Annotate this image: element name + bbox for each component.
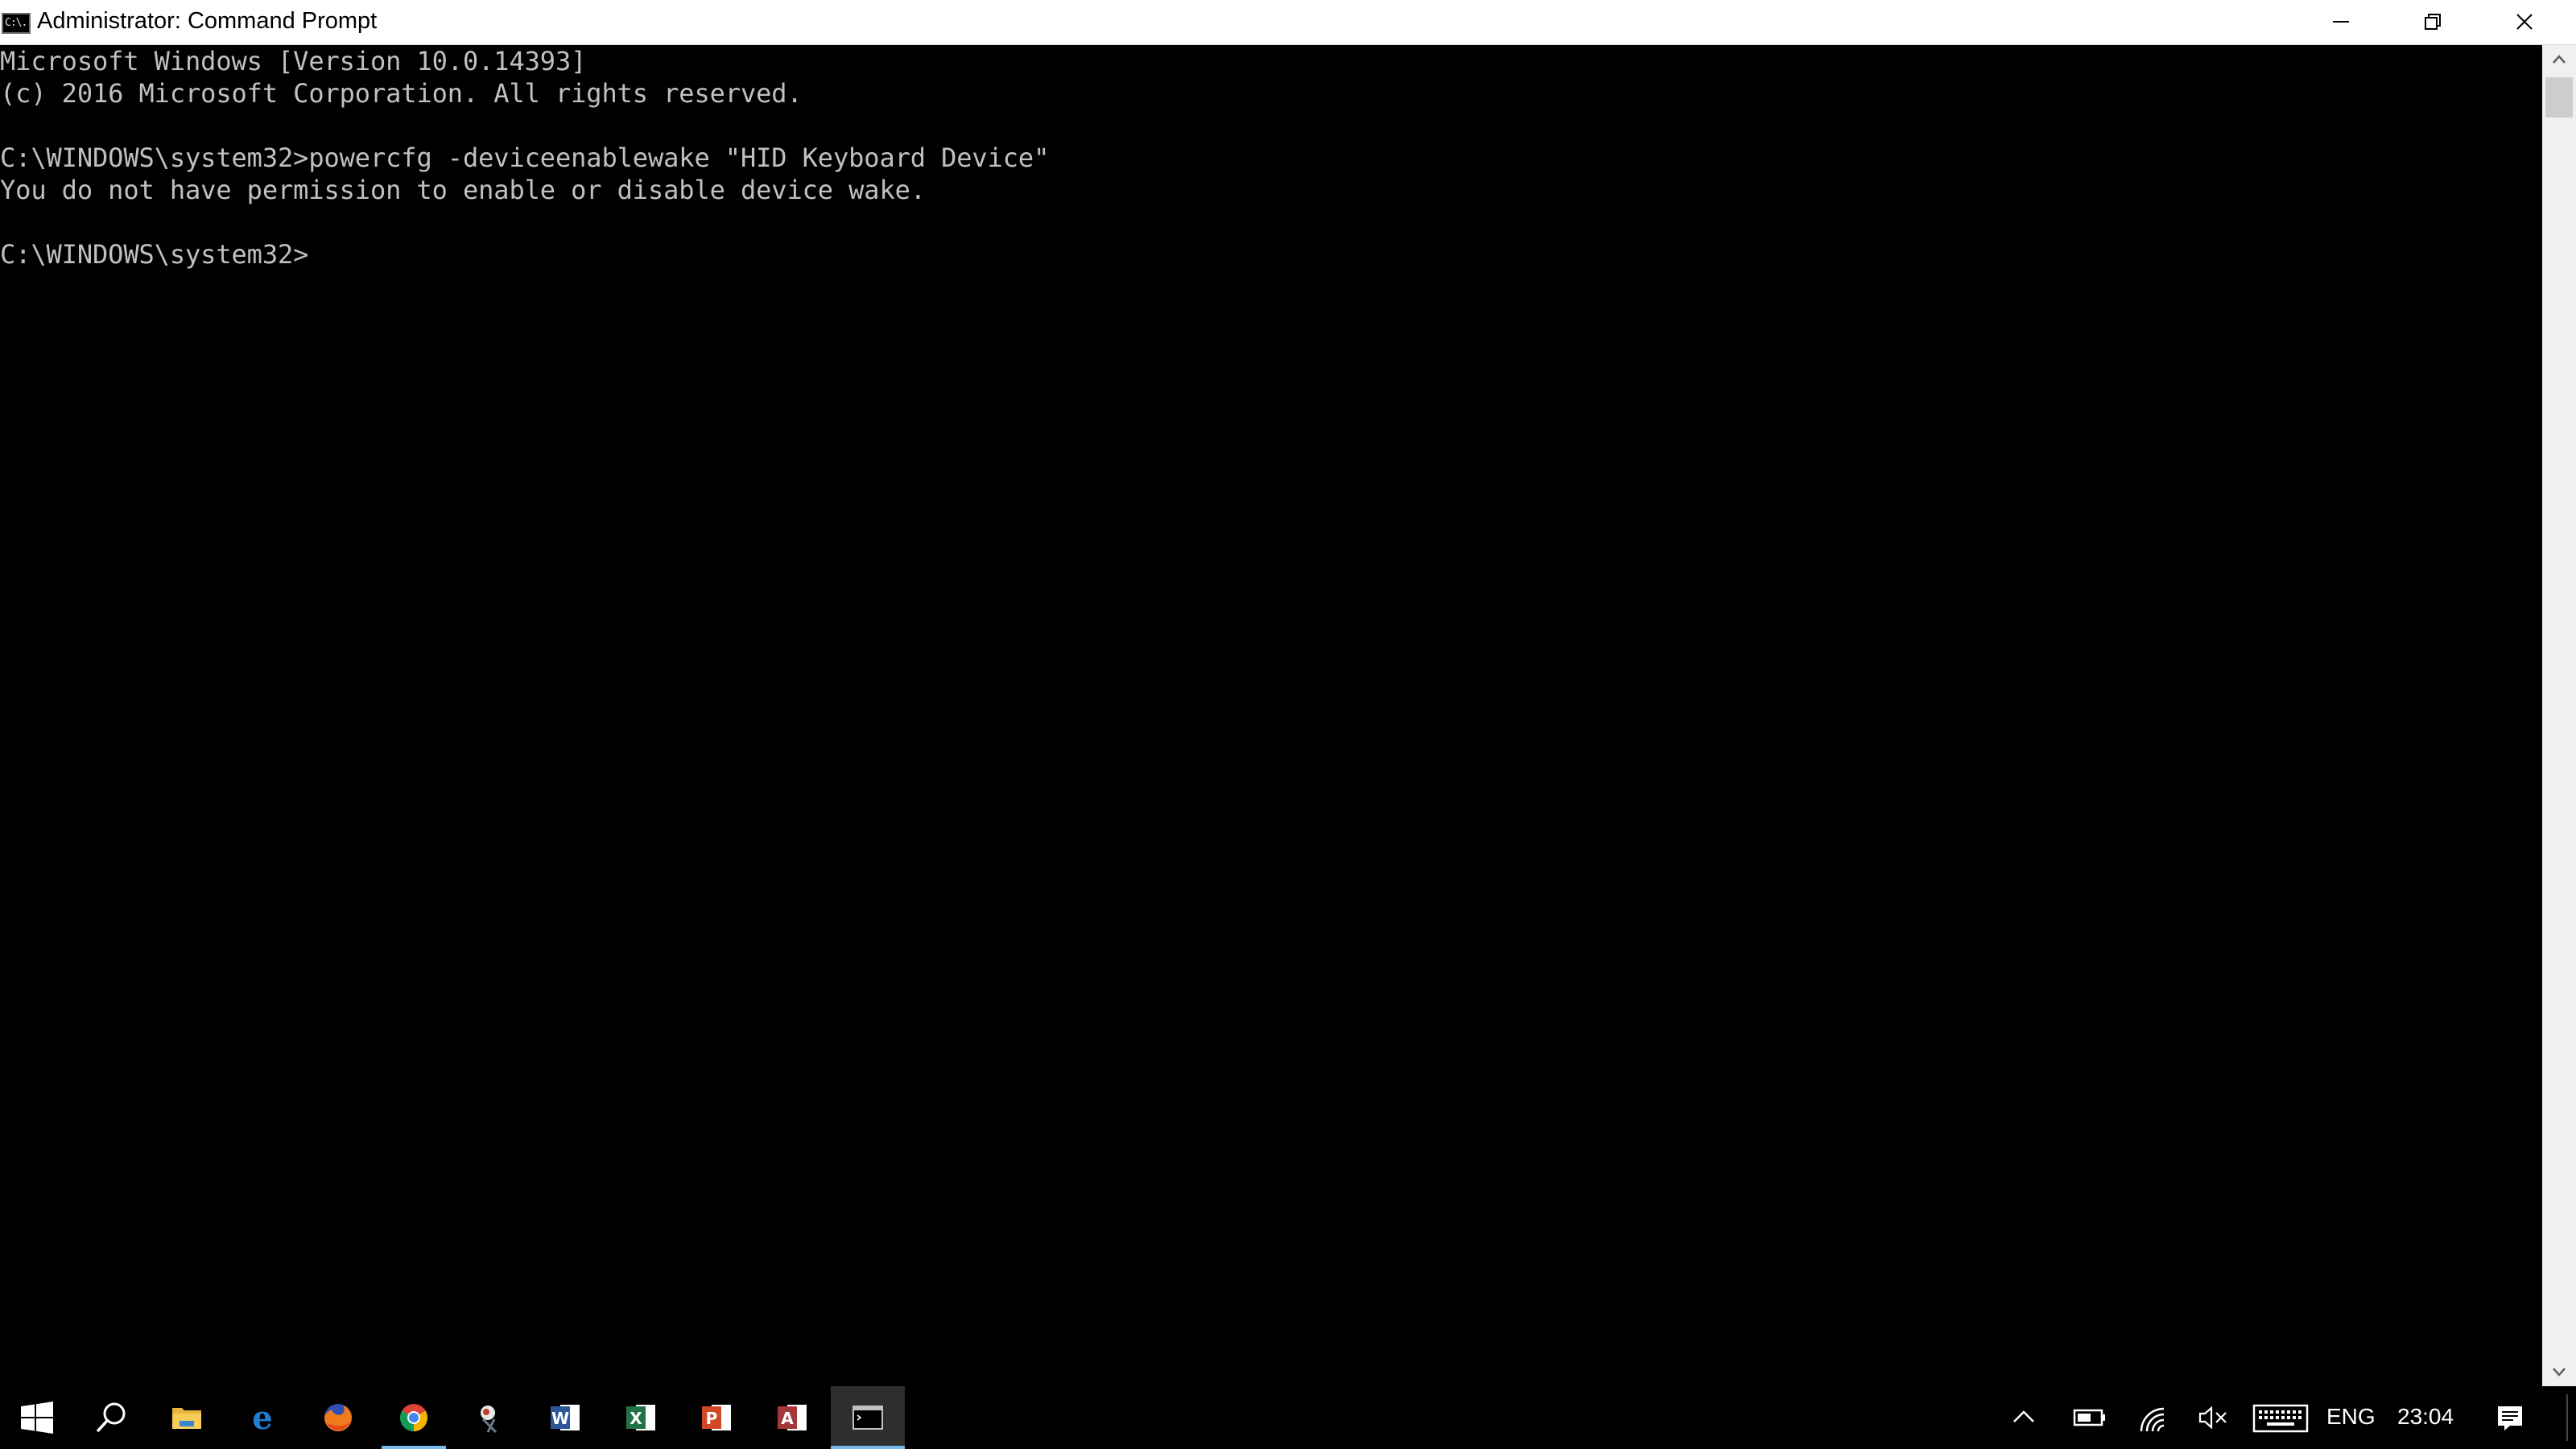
- snipping-tool-icon: [481, 1406, 497, 1434]
- svg-text:X: X: [630, 1409, 642, 1428]
- taskbar: e W X P A ENG 23:04: [0, 1386, 2576, 1449]
- window-title: Administrator: Command Prompt: [37, 8, 378, 34]
- battery-button[interactable]: [2069, 1386, 2109, 1449]
- word-icon: W: [551, 1405, 580, 1430]
- console-line: C:\WINDOWS\system32>powercfg -deviceenab…: [0, 142, 1050, 173]
- scroll-up-button[interactable]: [2542, 45, 2576, 74]
- svg-text:A: A: [781, 1409, 794, 1428]
- console-output[interactable]: Microsoft Windows [Version 10.0.14393] (…: [0, 45, 2542, 1386]
- minimize-button[interactable]: [2296, 0, 2386, 45]
- access-icon: A: [778, 1405, 807, 1430]
- show-desktop-button[interactable]: [2565, 1386, 2576, 1449]
- keyboard-icon: [2252, 1404, 2309, 1433]
- file-explorer-button[interactable]: [150, 1386, 224, 1449]
- excel-button[interactable]: X: [604, 1386, 678, 1449]
- input-language-button[interactable]: ENG: [2322, 1386, 2380, 1449]
- console-line: You do not have permission to enable or …: [0, 175, 926, 205]
- chevron-up-icon: [2553, 55, 2566, 64]
- word-button[interactable]: W: [528, 1386, 602, 1449]
- volume-button[interactable]: [2194, 1386, 2233, 1449]
- chevron-up-icon: [2013, 1410, 2034, 1422]
- firefox-button[interactable]: [301, 1386, 375, 1449]
- chrome-button[interactable]: [377, 1386, 451, 1449]
- excel-icon: X: [626, 1405, 655, 1430]
- command-prompt-taskbar-button[interactable]: [831, 1386, 905, 1449]
- firefox-icon: [324, 1404, 352, 1431]
- vertical-scrollbar[interactable]: [2542, 45, 2576, 1386]
- battery-icon: [2073, 1409, 2105, 1426]
- action-center-button[interactable]: [2487, 1386, 2533, 1449]
- show-hidden-icons-button[interactable]: [2004, 1386, 2041, 1449]
- start-button[interactable]: [0, 1386, 74, 1449]
- restore-icon: [2425, 14, 2441, 30]
- title-bar[interactable]: C:\. Administrator: Command Prompt: [0, 0, 2576, 45]
- action-center-icon: [2498, 1406, 2522, 1430]
- minimize-icon: [2333, 21, 2349, 23]
- active-indicator: [831, 1446, 905, 1449]
- console-line: (c) 2016 Microsoft Corporation. All righ…: [0, 78, 803, 109]
- wifi-icon: [2140, 1407, 2165, 1432]
- search-icon: [96, 1402, 126, 1433]
- network-button[interactable]: [2133, 1386, 2174, 1449]
- language-indicator: ENG: [2326, 1404, 2376, 1429]
- console-prompt: C:\WINDOWS\system32>: [0, 239, 309, 270]
- volume-muted-icon: [2198, 1406, 2227, 1430]
- close-icon: [2516, 14, 2533, 30]
- clock-time: 23:04: [2397, 1404, 2454, 1429]
- svg-text:W: W: [551, 1409, 569, 1428]
- cmd-icon[interactable]: C:\.: [2, 13, 31, 34]
- screen: C:\. Administrator: Command Prompt Micro…: [0, 0, 2576, 1449]
- folder-icon: [172, 1408, 201, 1429]
- chevron-down-icon: [2553, 1368, 2566, 1377]
- show-desktop-divider: [2566, 1394, 2568, 1441]
- svg-text:P: P: [706, 1409, 718, 1428]
- restore-button[interactable]: [2388, 0, 2478, 45]
- touch-keyboard-button[interactable]: [2251, 1386, 2312, 1449]
- powerpoint-icon: P: [702, 1405, 731, 1430]
- chrome-icon: [400, 1404, 427, 1431]
- scroll-thumb[interactable]: [2545, 77, 2573, 118]
- clock-button[interactable]: 23:04: [2391, 1386, 2463, 1449]
- cmd-icon: [852, 1406, 883, 1430]
- scroll-down-button[interactable]: [2542, 1357, 2576, 1386]
- svg-text:e: e: [252, 1400, 272, 1435]
- access-button[interactable]: A: [755, 1386, 829, 1449]
- running-indicator: [382, 1446, 446, 1449]
- console-line: Microsoft Windows [Version 10.0.14393]: [0, 46, 587, 76]
- edge-button[interactable]: e: [225, 1386, 299, 1449]
- edge-icon: e: [252, 1400, 272, 1435]
- snipping-tool-button[interactable]: [452, 1386, 526, 1449]
- search-button[interactable]: [74, 1386, 148, 1449]
- close-button[interactable]: [2479, 0, 2570, 45]
- powerpoint-button[interactable]: P: [679, 1386, 753, 1449]
- windows-logo-icon: [21, 1402, 53, 1434]
